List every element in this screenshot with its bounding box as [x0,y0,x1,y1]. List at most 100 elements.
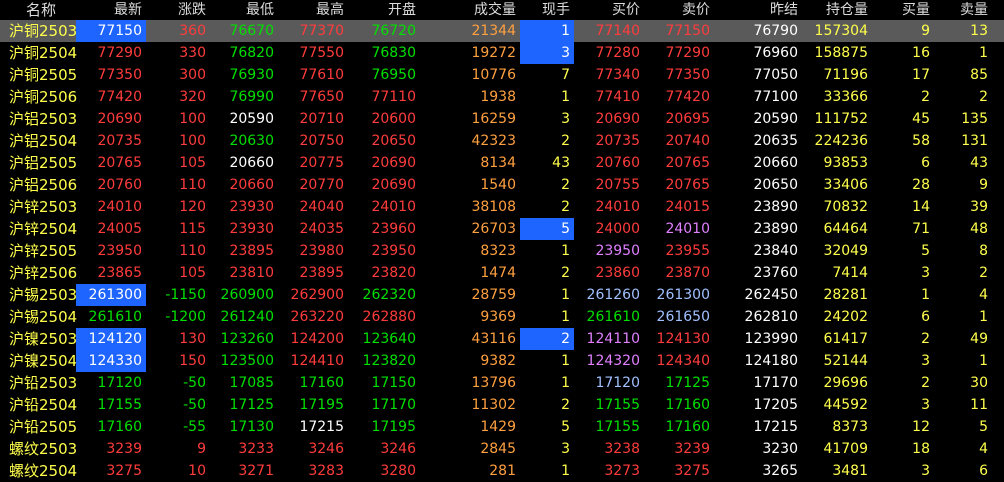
cell-high: 17215 [299,419,344,435]
cell-askv: 8 [979,243,988,259]
cell-high: 23895 [299,265,344,281]
quote-row[interactable]: 沪锌2506 23865 105 23810 23895 23820 1474 2 23860 2… [0,262,1004,284]
cell-askv: 30 [970,375,988,391]
cell-name: 沪铅2503 [9,374,78,392]
cell-askv: 11 [970,397,988,413]
cell-last: 17155 [97,397,142,413]
cell-volume: 11302 [471,397,516,413]
cell-cur: 2 [561,265,570,281]
cell-volume: 8323 [480,243,516,259]
cell-bidv: 9 [921,23,930,39]
cell-change: 150 [179,353,206,369]
quote-row[interactable]: 沪铝2506 20760 110 20660 20770 20690 1540 2 20755 2… [0,174,1004,196]
cell-oi: 158875 [814,45,868,61]
header-change[interactable]: 涨跌 [146,0,210,20]
header-name[interactable]: 名称 [0,0,76,20]
cell-low: 76820 [229,45,274,61]
cell-open: 262880 [362,309,416,325]
cell-change: 360 [179,23,206,39]
cell-name: 沪铝2503 [9,110,78,128]
cell-bid: 124110 [586,331,640,347]
cell-ask: 77350 [665,67,710,83]
cell-change: 115 [179,221,206,237]
cell-high: 20710 [299,111,344,127]
quote-row[interactable]: 沪锡2503 261300 -1150 260900 262900 262320 28759… [0,284,1004,306]
quote-row[interactable]: 沪铝2505 20765 105 20660 20775 20690 8134 43 20760… [0,152,1004,174]
cell-open: 123820 [362,353,416,369]
quote-row[interactable]: 螺纹2503 3239 9 3233 3246 3246 2845 3 3238 3239 3230… [0,438,1004,460]
quote-row[interactable]: 沪锌2505 23950 110 23895 23980 23950 8323 1 23950 2… [0,240,1004,262]
cell-last: 20760 [97,177,142,193]
quote-row[interactable]: 沪锌2504 24005 115 23930 24035 23960 26703 5 24000… [0,218,1004,240]
header-high[interactable]: 最高 [278,0,348,20]
cell-ask: 124130 [656,331,710,347]
cell-bidv: 18 [912,441,930,457]
header-open[interactable]: 开盘 [348,0,420,20]
quote-row[interactable]: 沪铅2504 17155 -50 17125 17195 17170 11302 2 17155… [0,394,1004,416]
cell-cur: 5 [520,218,574,240]
cell-askv: 135 [961,111,988,127]
cell-bidv: 5 [921,243,930,259]
cell-bid: 3238 [604,441,640,457]
header-cur-lots[interactable]: 现手 [520,0,574,20]
quote-row[interactable]: 沪锌2503 24010 120 23930 24040 24010 38108 2 24010… [0,196,1004,218]
cell-prev: 23840 [753,243,798,259]
cell-cur: 43 [552,155,570,171]
cell-prev: 17170 [753,375,798,391]
header-prev-settle[interactable]: 昨结 [714,0,802,20]
cell-bidv: 1 [921,287,930,303]
cell-last: 261300 [76,284,146,306]
header-volume[interactable]: 成交量 [420,0,520,20]
cell-prev: 17215 [753,419,798,435]
cell-bidv: 3 [921,397,930,413]
quote-row[interactable]: 沪镍2503 124120 130 123260 124200 123640 43116 2 1… [0,328,1004,350]
cell-bid: 77340 [595,67,640,83]
cell-oi: 224236 [814,133,868,149]
header-bid-volume[interactable]: 买量 [872,0,934,20]
cell-high: 124200 [290,331,344,347]
quote-row[interactable]: 沪镍2504 124330 150 123500 124410 123820 9382 1 12… [0,350,1004,372]
cell-cur: 2 [561,177,570,193]
quote-row[interactable]: 沪铜2503 77150 360 76670 77370 76720 21344 1 77140… [0,20,1004,42]
cell-prev: 20660 [753,155,798,171]
quote-row[interactable]: 沪铅2505 17160 -55 17130 17215 17195 1429 5 17155 1… [0,416,1004,438]
cell-cur: 1 [561,309,570,325]
cell-low: 123260 [220,331,274,347]
cell-last: 261610 [88,309,142,325]
header-low[interactable]: 最低 [210,0,278,20]
header-last[interactable]: 最新 [76,0,146,20]
header-ask[interactable]: 卖价 [644,0,714,20]
quote-row[interactable]: 沪铝2503 20690 100 20590 20710 20600 16259 3 20690… [0,108,1004,130]
cell-ask: 17160 [665,397,710,413]
cell-low: 260900 [220,287,274,303]
cell-bidv: 45 [912,111,930,127]
cell-prev: 124180 [744,353,798,369]
quote-row[interactable]: 沪锡2504 261610 -1200 261240 263220 262880 9369 1… [0,306,1004,328]
cell-bidv: 3 [921,265,930,281]
quote-row[interactable]: 螺纹2504 3275 10 3271 3283 3280 281 1 3273 3275 3265… [0,460,1004,482]
cell-bid: 23950 [595,243,640,259]
cell-bid: 77280 [595,45,640,61]
quote-row[interactable]: 沪铜2505 77350 300 76930 77610 76950 10776 7 77340… [0,64,1004,86]
cell-name: 沪铜2504 [9,44,78,62]
cell-name: 沪铝2505 [9,154,78,172]
header-bid[interactable]: 买价 [574,0,644,20]
futures-quote-board: 名称 最新 涨跌 最低 最高 开盘 成交量 现手 买价 卖价 昨结 持仓量 买量 卖量 沪铜2503 771… [0,0,1004,482]
quote-row[interactable]: 沪铜2506 77420 320 76990 77650 77110 1938 1 77410 7… [0,86,1004,108]
cell-bidv: 2 [921,375,930,391]
header-open-interest[interactable]: 持仓量 [802,0,872,20]
quote-row[interactable]: 沪铅2503 17120 -50 17085 17160 17150 13796 1 17120… [0,372,1004,394]
cell-bidv: 2 [921,89,930,105]
cell-ask: 77150 [665,23,710,39]
quote-row[interactable]: 沪铝2504 20735 100 20630 20750 20650 42323 2 20735… [0,130,1004,152]
header-ask-volume[interactable]: 卖量 [934,0,992,20]
cell-bid: 261610 [586,309,640,325]
quote-row[interactable]: 沪铜2504 77290 330 76820 77550 76830 19272 3 77280… [0,42,1004,64]
cell-askv: 2 [979,89,988,105]
cell-open: 17195 [371,419,416,435]
cell-cur: 1 [561,353,570,369]
cell-prev: 20650 [753,177,798,193]
cell-prev: 76960 [753,45,798,61]
cell-last: 77420 [97,89,142,105]
cell-bid: 17155 [595,419,640,435]
